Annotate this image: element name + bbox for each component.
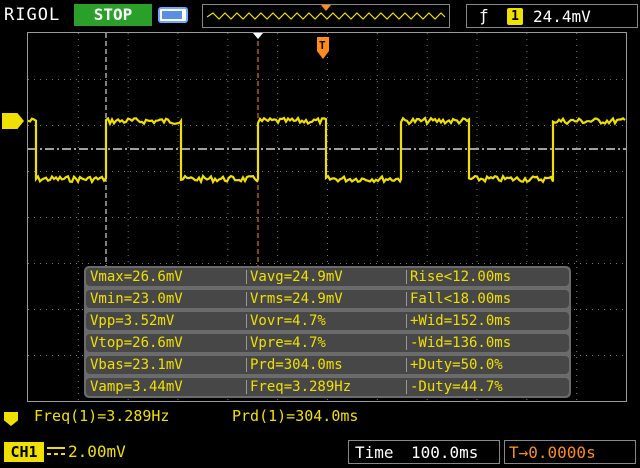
brand-logo: RIGOL [4,5,61,25]
trigger-offset-control[interactable]: T→0.0000s [504,440,636,464]
measure-vavg: Vavg=24.9mV [250,269,343,285]
measure-vmin: Vmin=23.0mV [90,291,183,307]
measurement-row: Vamp=3.44mV Freq=3.289Hz -Duty=44.7% [86,378,569,396]
trigger-level-value: 24.4mV [533,7,591,26]
memory-waveform-icon [206,5,446,20]
summary-period: Prd(1)=304.0ms [232,407,359,425]
timebase-value: 100.0ms [411,443,479,462]
measure-pos-duty: +Duty=50.0% [410,357,503,373]
svg-text:T: T [319,39,326,52]
top-bar: RIGOL STOP ƒ 1 24.4mV [0,0,640,32]
time-label: Time [355,443,394,462]
trigger-channel-badge: 1 [507,8,523,25]
channel-1-trace [28,116,626,185]
measure-fall: Fall<18.00ms [410,291,512,307]
measure-neg-width: -Wid=136.0ms [410,335,512,351]
cursor-top-marker [253,33,263,39]
measure-pos-width: +Wid=152.0ms [410,313,512,329]
rising-edge-icon: ƒ [479,6,489,25]
channel-1-button[interactable]: CH1 [4,442,44,462]
measure-vtop: Vtop=26.6mV [90,335,183,351]
trigger-settings[interactable]: ƒ 1 24.4mV [466,4,638,28]
status-bar: CH1 2.00mV Time 100.0ms T→0.0000s [0,436,640,468]
dc-coupling-icon [47,447,65,455]
measurement-panel: Vmax=26.6mV Vavg=24.9mV Rise<12.00ms Vmi… [84,266,571,398]
measurement-row: Vpp=3.52mV Vovr=4.7% +Wid=152.0ms [86,312,569,330]
measurement-row: Vbas=23.1mV Prd=304.0ms +Duty=50.0% [86,356,569,374]
measure-vmax: Vmax=26.6mV [90,269,183,285]
measure-vbase: Vbas=23.1mV [90,357,183,373]
measurement-row: Vtop=26.6mV Vpre=4.7% -Wid=136.0ms [86,334,569,352]
measurement-row: Vmax=26.6mV Vavg=24.9mV Rise<12.00ms [86,268,569,286]
run-stop-button[interactable]: STOP [74,4,152,26]
measure-frequency: Freq=3.289Hz [250,379,352,395]
battery-icon [158,7,188,23]
measurement-summary: Freq(1)=3.289Hz Prd(1)=304.0ms [0,402,640,432]
measure-period: Prd=304.0ms [250,357,343,373]
measure-vamp: Vamp=3.44mV [90,379,183,395]
measure-vrms: Vrms=24.9mV [250,291,343,307]
summary-frequency: Freq(1)=3.289Hz [34,407,170,425]
timebase-control[interactable]: Time 100.0ms [348,440,500,464]
measure-vpp: Vpp=3.52mV [90,313,175,329]
measure-rise: Rise<12.00ms [410,269,512,285]
channel-1-offset-marker[interactable] [2,113,24,129]
measure-vpre: Vpre=4.7% [250,335,326,351]
trigger-offset-value: T→0.0000s [509,443,596,462]
trigger-position-marker[interactable]: T [317,37,329,59]
measure-neg-duty: -Duty=44.7% [410,379,503,395]
memory-depth-strip[interactable] [202,4,450,28]
vertical-scale-value[interactable]: 2.00mV [68,442,126,461]
measure-vovr: Vovr=4.7% [250,313,326,329]
measurement-row: Vmin=23.0mV Vrms=24.9mV Fall<18.00ms [86,290,569,308]
